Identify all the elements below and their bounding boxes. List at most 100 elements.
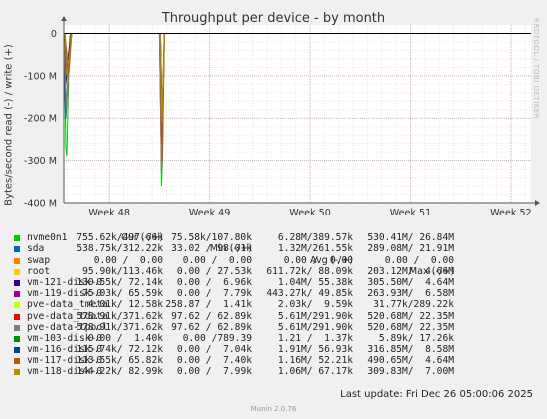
x-tick-label: Week 48 [88, 208, 130, 215]
legend-row: vm-103-disk-0 0.00 / 1.40k 0.00 /789.39 1.2… [12, 333, 542, 344]
legend-swatch [14, 347, 20, 354]
legend-min: 33.02 / 98.01k [171, 243, 252, 255]
legend-series-name: nvme0n1 [27, 232, 68, 244]
legend-table: Cur (-/+) Min (-/+) Avg (-/+) Max (-/+) … [12, 221, 542, 378]
legend-swatch [14, 291, 20, 298]
legend-swatch [14, 257, 20, 264]
legend-row: vm-119-disk-0 75.03k/ 65.59k 0.00 / 7.79k 4… [12, 288, 542, 299]
y-tick-label: -100 M [24, 71, 57, 82]
x-tick-label: Week 49 [189, 208, 231, 215]
legend-swatch [14, 335, 20, 342]
legend-swatch [14, 313, 20, 320]
legend-swatch [14, 302, 20, 309]
legend-row: root 95.90k/113.46k 0.00 / 27.53k 611.72k/ … [12, 266, 542, 277]
legend-series-name: swap [27, 254, 51, 266]
legend-max: 490.65M/ 4.64M [367, 355, 454, 367]
legend-min: 0.00 / 7.04k [176, 344, 252, 356]
legend-cur: 578.91k/371.62k [76, 321, 163, 333]
legend-avg: 5.61M/291.90k [277, 321, 353, 333]
legend-min: 0.00 /789.39 [182, 332, 252, 344]
legend-row: sda 538.75k/312.22k 33.02 / 98.01k 1.32M/26… [12, 243, 542, 254]
legend-row: swap 0.00 / 0.00 0.00 / 0.00 0.00 / 0.00 0.0… [12, 255, 542, 266]
legend-max: 5.89k/ 17.26k [378, 332, 454, 344]
legend-cur: 130.55k/ 72.14k [76, 276, 163, 288]
legend-cur: 144.22k/ 82.99k [76, 366, 163, 378]
legend-avg: 1.16M/ 52.21k [277, 355, 353, 367]
legend-avg: 443.27k/ 49.85k [266, 288, 353, 300]
legend-swatch [14, 268, 20, 275]
legend-max: 305.50M/ 4.64M [367, 276, 454, 288]
last-update: Last update: Fri Dec 26 05:00:06 2025 [340, 389, 533, 400]
legend-max: 520.68M/ 22.35M [367, 321, 454, 333]
legend-cur: 578.91k/371.62k [76, 310, 163, 322]
legend-row: pve-data_tdata 578.91k/371.62k 97.62 / 62.… [12, 311, 542, 322]
legend-min: 0.00 / 7.99k [176, 366, 252, 378]
legend-max: 316.85M/ 8.58M [367, 344, 454, 356]
graph-frame: Throughput per device - by month RRDTOOL… [0, 0, 547, 419]
legend-min: 0.00 / 27.53k [176, 265, 252, 277]
legend-min: 0.00 / 7.79k [176, 288, 252, 300]
legend-max: 31.77k/289.22k [373, 299, 454, 311]
legend-max: 203.12M/ 4.66M [367, 265, 454, 277]
legend-max: 263.93M/ 6.58M [367, 288, 454, 300]
legend-cur: 4.01k/ 12.58k [87, 299, 163, 311]
legend-min: 97.62 / 62.89k [171, 321, 252, 333]
y-tick-label: -300 M [24, 156, 57, 167]
throughput-chart: 0 -100 M -200 M -300 M -400 M Week 48 Week 49 W… [24, 16, 540, 215]
legend-avg: 6.28M/389.57k [277, 232, 353, 244]
legend-max: 530.41M/ 26.84M [367, 232, 454, 244]
munin-version: Munin 2.0.76 [250, 405, 297, 413]
legend-swatch [14, 246, 20, 253]
legend-row: nvme0n1 755.62k/497.66k 75.58k/107.80k 6.28… [12, 232, 542, 243]
legend-cur: 75.03k/ 65.59k [82, 288, 163, 300]
legend-avg: 1.32M/261.55k [277, 243, 353, 255]
plot-area [64, 25, 531, 203]
legend-avg: 611.72k/ 88.09k [266, 265, 353, 277]
y-axis-arrow [61, 16, 67, 21]
legend-row: vm-116-disk-0 115.74k/ 72.12k 0.00 / 7.04k… [12, 344, 542, 355]
legend-cur: 95.90k/113.46k [82, 265, 163, 277]
legend-max: 309.83M/ 7.00M [367, 366, 454, 378]
y-tick-label: 0 [51, 29, 57, 40]
legend-min: 75.58k/107.80k [171, 232, 252, 244]
legend-cur: 0.00 / 0.00 [93, 254, 163, 266]
legend-avg: 1.21 / 1.37k [277, 332, 353, 344]
legend-series-name: root [27, 265, 51, 277]
legend-min: 258.87 / 1.41k [165, 299, 252, 311]
x-tick-label: Week 52 [490, 208, 532, 215]
legend-row: pve-data-tpool 578.91k/371.62k 97.62 / 62.… [12, 322, 542, 333]
legend-swatch [14, 279, 20, 286]
legend-avg: 1.04M/ 55.38k [277, 276, 353, 288]
y-tick-label: -400 M [24, 199, 57, 210]
legend-row: vm-118-disk-0 144.22k/ 82.99k 0.00 / 7.99k… [12, 366, 542, 377]
x-tick-label: Week 50 [289, 208, 331, 215]
legend-avg: 1.06M/ 67.17k [277, 366, 353, 378]
legend-avg: 0.00 / 0.00 [283, 254, 353, 266]
legend-max: 0.00 / 0.00 [384, 254, 454, 266]
x-tick-label: Week 51 [390, 208, 432, 215]
legend-swatch [14, 369, 20, 376]
x-axis-arrow [535, 200, 540, 206]
legend-header: Cur (-/+) Min (-/+) Avg (-/+) Max (-/+) [12, 221, 542, 277]
legend-cur: 0.00 / 1.40k [87, 332, 163, 344]
legend-row: pve-data_tmeta 4.01k/ 12.58k 258.87 / 1.41… [12, 299, 542, 310]
legend-row: vm-121-disk-0 130.55k/ 72.14k 0.00 / 6.96k… [12, 277, 542, 288]
legend-cur: 113.55k/ 65.82k [76, 355, 163, 367]
legend-swatch [14, 235, 20, 242]
legend-min: 0.00 / 0.00 [182, 254, 252, 266]
legend-cur: 115.74k/ 72.12k [76, 344, 163, 356]
legend-avg: 5.61M/291.90k [277, 310, 353, 322]
legend-avg: 1.91M/ 56.93k [277, 344, 353, 356]
legend-max: 520.68M/ 22.35M [367, 310, 454, 322]
y-tick-label: -200 M [24, 114, 57, 125]
legend-cur: 755.62k/497.66k [76, 232, 163, 244]
legend-swatch [14, 358, 20, 365]
legend-min: 0.00 / 6.96k [176, 276, 252, 288]
legend-row: vm-117-disk-0 113.55k/ 65.82k 0.00 / 7.40k… [12, 355, 542, 366]
legend-cur: 538.75k/312.22k [76, 243, 163, 255]
legend-avg: 2.03k/ 9.59k [277, 299, 353, 311]
legend-max: 289.08M/ 21.91M [367, 243, 454, 255]
legend-min: 0.00 / 7.40k [176, 355, 252, 367]
legend-series-name: sda [27, 243, 45, 255]
legend-swatch [14, 324, 20, 331]
